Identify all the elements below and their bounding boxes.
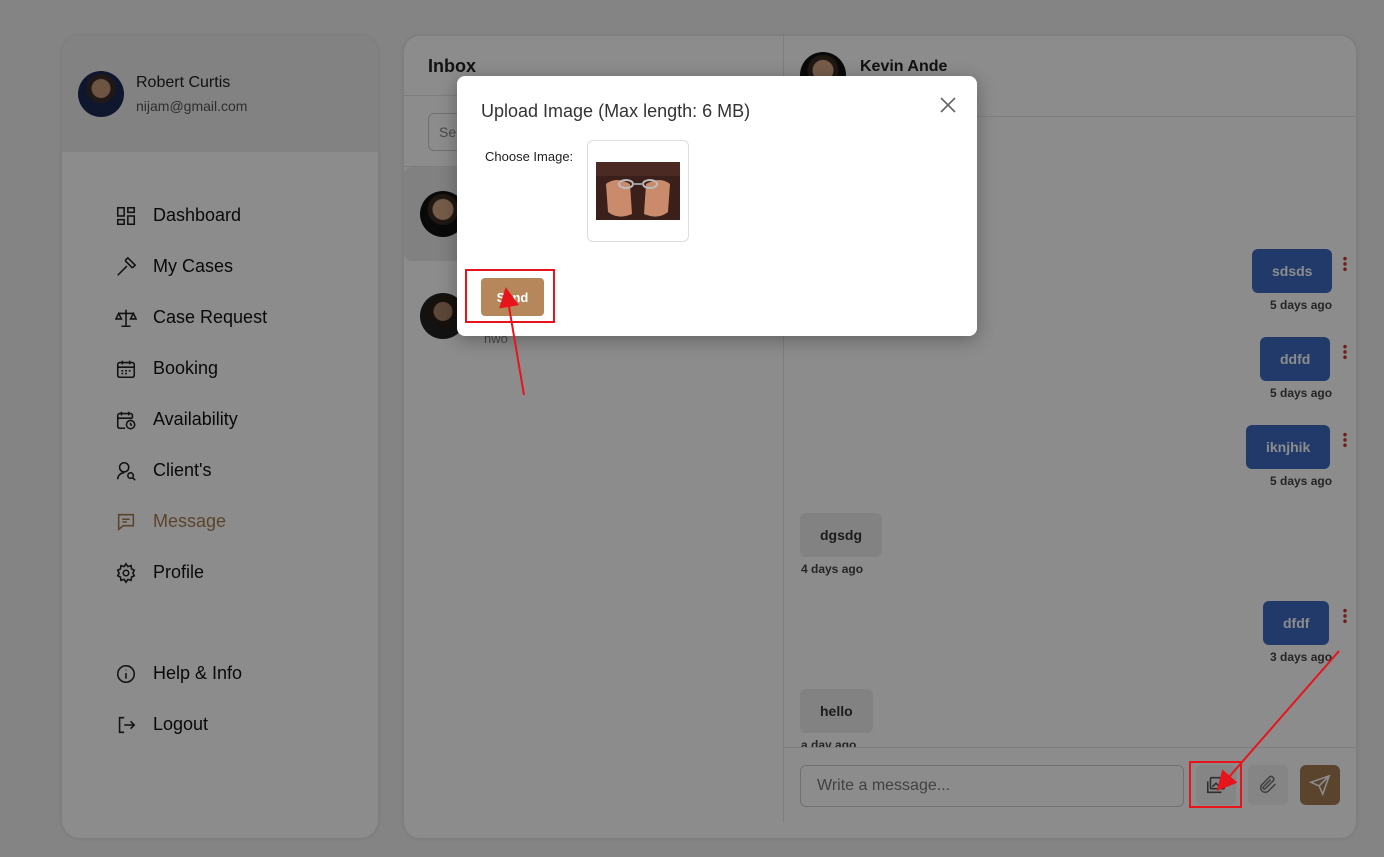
close-icon[interactable]: [939, 96, 957, 114]
highlight-box-upload: [1189, 761, 1242, 808]
image-preview[interactable]: [587, 140, 689, 242]
choose-image-label: Choose Image:: [485, 149, 574, 164]
handcuffs-image: [596, 162, 680, 220]
highlight-box-send: [465, 269, 555, 323]
modal-title: Upload Image (Max length: 6 MB): [481, 101, 751, 121]
